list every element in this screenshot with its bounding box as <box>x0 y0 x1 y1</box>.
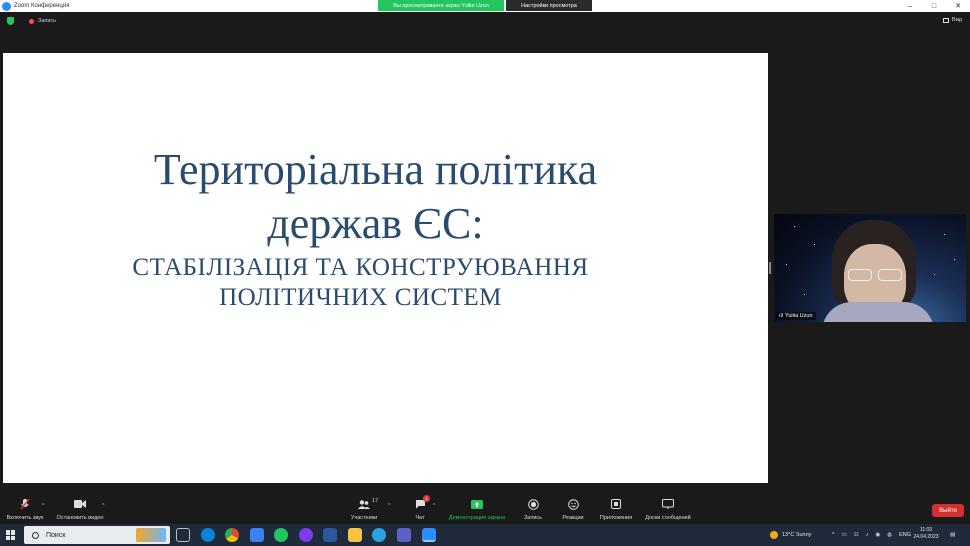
participants-count: 17 <box>372 498 379 504</box>
edge-browser-icon[interactable] <box>201 528 215 542</box>
tray-app-icon[interactable]: ▭ <box>842 532 847 538</box>
view-label: Вид <box>952 17 962 23</box>
windows-taskbar: Поиск 13°C Sunny ^ ▭ ☷ ♪ ◉ ◍ ENG 11:03 2… <box>0 524 970 546</box>
file-explorer-icon[interactable] <box>348 528 362 542</box>
slide-subtitle: СТАБІЛІЗАЦІЯ ТА КОНСТРУЮВАННЯ ПОЛІТИЧНИХ… <box>3 253 718 313</box>
close-button[interactable]: ✕ <box>946 0 970 12</box>
share-screen-button[interactable]: Демонстрация экрана <box>444 494 510 521</box>
slide-subtitle-line1: СТАБІЛІЗАЦІЯ ТА КОНСТРУЮВАННЯ <box>132 254 589 281</box>
reactions-label: Реакции <box>562 515 584 521</box>
chat-button[interactable]: 1 Чат <box>410 494 430 521</box>
slide-subtitle-line2: ПОЛІТИЧНИХ СИСТЕМ <box>219 284 502 311</box>
screen-share-banner: Вы просматриваете экран Yuliia Uzun <box>378 0 504 11</box>
glasses-icon <box>845 269 907 283</box>
zoom-window: Zoom Конференция Вы просматриваете экран… <box>0 0 970 546</box>
telegram-icon[interactable] <box>372 528 386 542</box>
slide-title: Територіальна політика держав ЄС: <box>3 143 748 251</box>
chat-label: Чат <box>415 515 425 521</box>
maximize-button[interactable]: □ <box>922 0 946 12</box>
zoom-logo-icon <box>2 1 11 11</box>
participants-label: Участники <box>350 515 378 521</box>
whiteboard-label: Доски сообщений <box>645 515 691 521</box>
taskbar-clock[interactable]: 11:03 24.04.2023 <box>908 527 944 541</box>
signal-icon: ıll <box>779 313 783 319</box>
teams-icon[interactable] <box>397 528 411 542</box>
unmute-label: Включить звук <box>6 515 44 521</box>
meeting-toolbar: Включить звук ^ Остановить видео ^ 17 Уч… <box>0 494 970 524</box>
minimize-button[interactable]: – <box>898 0 922 12</box>
leave-button[interactable]: Выйти <box>932 504 964 517</box>
windows-start-icon[interactable] <box>6 530 16 540</box>
participants-icon: 17 <box>358 498 378 510</box>
apps-icon <box>610 498 622 510</box>
chrome-browser-icon[interactable] <box>225 528 239 542</box>
apps-button[interactable]: Приложения <box>596 494 636 521</box>
microphone-muted-icon <box>19 498 31 510</box>
participant-body <box>822 302 934 322</box>
record-label: Запись <box>523 515 543 521</box>
view-options-button[interactable]: Настройки просмотра <box>506 0 592 11</box>
stop-video-button[interactable]: Остановить видео <box>54 494 106 521</box>
notifications-icon[interactable]: ▤ <box>950 524 955 546</box>
grid-view-icon <box>943 17 950 23</box>
recording-dot-icon <box>29 18 34 24</box>
video-camera-icon <box>74 498 86 510</box>
participant-name: Yuliia Uzun <box>784 313 813 319</box>
search-label: Поиск <box>46 531 66 539</box>
task-view-icon[interactable] <box>176 528 190 542</box>
chat-bubble-icon: 1 <box>414 495 430 510</box>
record-button[interactable]: Запись <box>518 494 548 521</box>
whiteboard-button[interactable]: Доски сообщений <box>642 494 694 521</box>
unmute-button[interactable]: Включить звук <box>4 494 46 521</box>
chevron-up-icon[interactable]: ^ <box>42 503 44 509</box>
sun-icon <box>770 531 778 539</box>
participant-video-tile[interactable]: ıll Yuliia Uzun <box>774 214 966 322</box>
chevron-up-icon[interactable]: ^ <box>102 503 104 509</box>
shield-icon[interactable] <box>7 17 14 25</box>
volume-icon[interactable]: ♪ <box>866 532 869 538</box>
chevron-up-icon[interactable]: ^ <box>433 503 435 509</box>
clock-date: 24.04.2023 <box>913 534 939 540</box>
participants-button[interactable]: 17 Участники <box>348 494 380 521</box>
chat-badge: 1 <box>423 495 430 502</box>
network-icon[interactable]: ☷ <box>854 532 859 538</box>
apps-label: Приложения <box>599 515 633 521</box>
taskbar-search-box[interactable]: Поиск <box>24 526 170 544</box>
window-title: Zoom Конференция <box>14 3 70 9</box>
search-highlight-image <box>136 528 166 542</box>
share-screen-icon <box>471 498 483 510</box>
user-tray-icon[interactable]: ◍ <box>887 532 892 538</box>
weather-widget[interactable]: 13°C Sunny <box>770 524 811 546</box>
window-controls: – □ ✕ <box>898 0 970 12</box>
chevron-up-icon[interactable]: ^ <box>832 532 835 538</box>
participant-name-tag: ıll Yuliia Uzun <box>776 312 816 320</box>
viber-icon[interactable] <box>299 528 313 542</box>
status-row: Запись Вид <box>0 13 970 29</box>
chevron-up-icon[interactable]: ^ <box>388 503 390 509</box>
wechat-icon[interactable] <box>274 528 288 542</box>
search-icon <box>32 531 39 539</box>
viber-tray-icon[interactable]: ◉ <box>875 532 880 538</box>
weather-text: 13°C Sunny <box>782 532 812 538</box>
system-tray: ^ ▭ ☷ ♪ ◉ ◍ ENG <box>832 524 911 546</box>
shared-screen-slide: Територіальна політика держав ЄС: СТАБІЛ… <box>3 53 768 483</box>
slide-title-line1: Територіальна політика <box>153 145 598 194</box>
whiteboard-icon <box>662 498 674 510</box>
view-button[interactable]: Вид <box>943 17 962 23</box>
zoom-taskbar-icon[interactable] <box>422 528 436 542</box>
smiley-icon <box>567 498 579 510</box>
word-icon[interactable] <box>323 528 337 542</box>
slide-title-line2: держав ЄС: <box>267 199 484 248</box>
reactions-button[interactable]: Реакции <box>558 494 588 521</box>
record-icon <box>527 498 539 510</box>
panel-splitter-handle[interactable] <box>769 262 771 274</box>
clock-time: 11:03 <box>919 527 933 533</box>
photos-app-icon[interactable] <box>250 528 264 542</box>
stop-video-label: Остановить видео <box>56 515 104 521</box>
share-screen-label: Демонстрация экрана <box>448 515 506 521</box>
recording-label: Запись <box>38 18 57 24</box>
